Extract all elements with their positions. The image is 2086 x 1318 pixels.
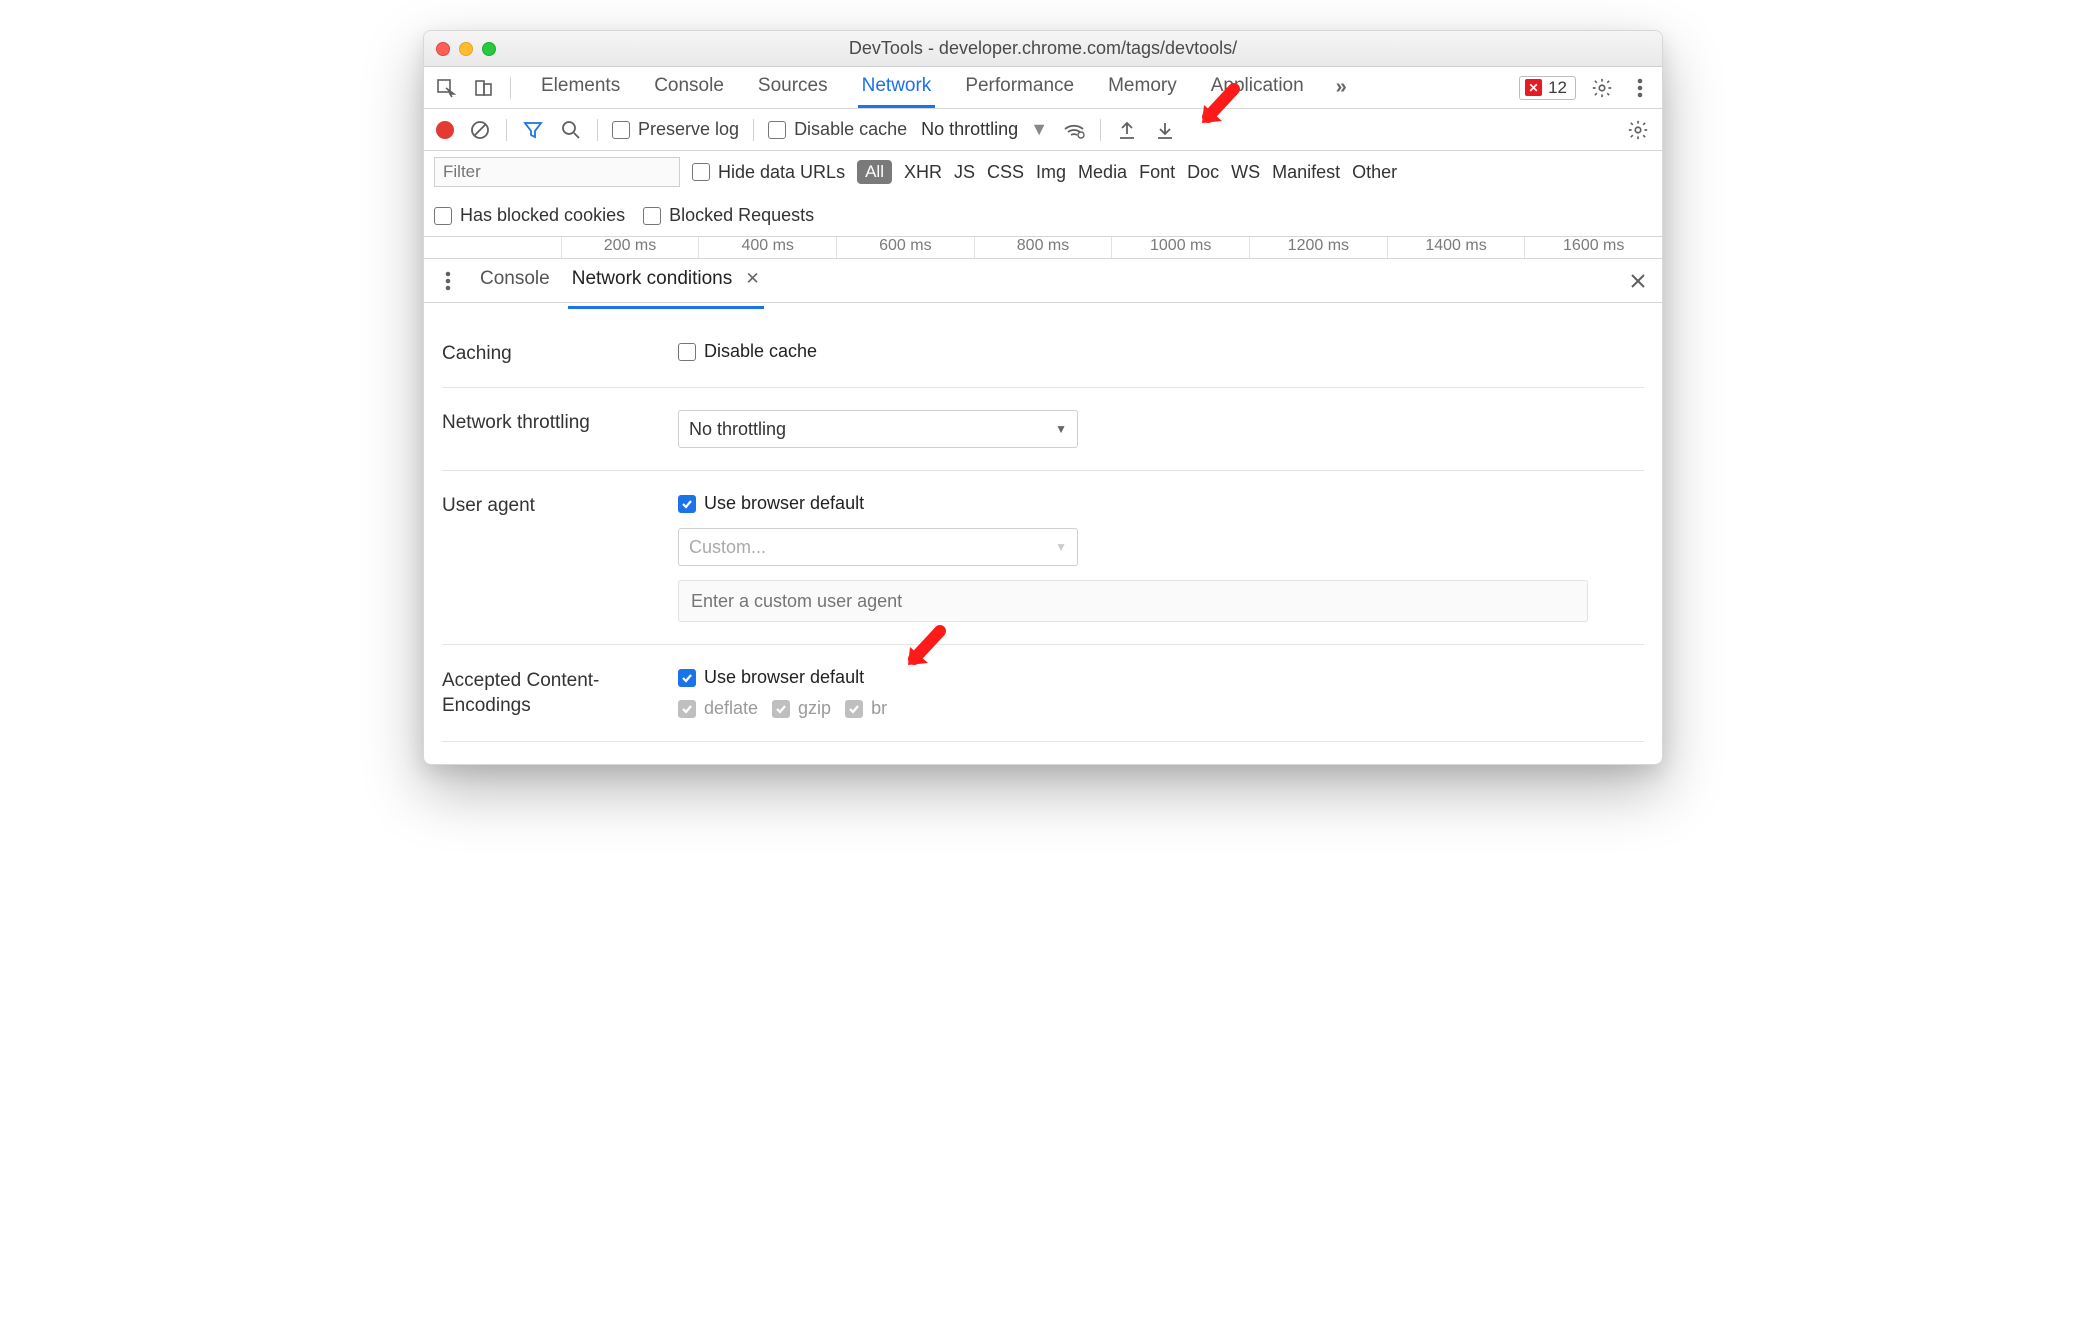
timeline-tick: 1400 ms bbox=[1387, 237, 1525, 258]
timeline-tick: 1600 ms bbox=[1524, 237, 1662, 258]
timeline-tick: 1000 ms bbox=[1111, 237, 1249, 258]
filter-input[interactable] bbox=[434, 157, 680, 187]
filter-funnel-icon[interactable] bbox=[521, 118, 545, 142]
record-button[interactable] bbox=[436, 121, 454, 139]
encoding-gzip: gzip bbox=[798, 698, 831, 719]
tab-network[interactable]: Network bbox=[860, 69, 934, 107]
filter-ws[interactable]: WS bbox=[1231, 162, 1260, 183]
caching-disable-cache-label: Disable cache bbox=[704, 341, 817, 362]
encodings-default-label: Use browser default bbox=[704, 667, 864, 688]
caching-disable-cache-checkbox[interactable]: Disable cache bbox=[678, 341, 1644, 362]
drawer-tabs: Console Network conditions ✕ bbox=[424, 259, 1662, 303]
user-agent-label: User agent bbox=[442, 493, 678, 517]
search-icon[interactable] bbox=[559, 118, 583, 142]
error-icon: ✕ bbox=[1525, 79, 1542, 96]
hide-data-urls-checkbox[interactable]: Hide data URLs bbox=[692, 162, 845, 183]
upload-har-icon[interactable] bbox=[1115, 118, 1139, 142]
divider bbox=[506, 119, 507, 141]
chevron-down-icon: ▼ bbox=[1055, 422, 1067, 436]
encodings-list: deflate gzip br bbox=[678, 698, 1644, 719]
timeline-tick: 800 ms bbox=[974, 237, 1112, 258]
has-blocked-cookies-checkbox[interactable]: Has blocked cookies bbox=[434, 205, 625, 226]
device-toggle-icon[interactable] bbox=[472, 76, 496, 100]
blocked-requests-checkbox[interactable]: Blocked Requests bbox=[643, 205, 814, 226]
throttling-label: Network throttling bbox=[442, 410, 678, 434]
timeline-tick bbox=[424, 237, 561, 258]
minimize-window-button[interactable] bbox=[459, 42, 473, 56]
throttling-select[interactable]: No throttling ▼ bbox=[678, 410, 1078, 448]
disable-cache-label: Disable cache bbox=[794, 119, 907, 140]
filter-manifest[interactable]: Manifest bbox=[1272, 162, 1340, 183]
filter-css[interactable]: CSS bbox=[987, 162, 1024, 183]
user-agent-default-label: Use browser default bbox=[704, 493, 864, 514]
disable-cache-checkbox[interactable]: Disable cache bbox=[768, 119, 907, 140]
tab-elements[interactable]: Elements bbox=[539, 69, 622, 107]
window-controls bbox=[436, 42, 496, 56]
timeline-tick: 400 ms bbox=[698, 237, 836, 258]
error-count: 12 bbox=[1548, 78, 1567, 98]
devtools-window: DevTools - developer.chrome.com/tags/dev… bbox=[423, 30, 1663, 765]
main-tabs-row: Elements Console Sources Network Perform… bbox=[424, 67, 1662, 109]
caching-label: Caching bbox=[442, 341, 678, 365]
encoding-br: br bbox=[871, 698, 887, 719]
tab-sources[interactable]: Sources bbox=[756, 69, 830, 107]
preserve-log-checkbox[interactable]: Preserve log bbox=[612, 119, 739, 140]
window-title: DevTools - developer.chrome.com/tags/dev… bbox=[424, 38, 1662, 59]
settings-gear-icon[interactable] bbox=[1590, 76, 1614, 100]
chevron-down-icon: ▼ bbox=[1055, 540, 1067, 554]
more-tabs-icon[interactable]: » bbox=[1336, 76, 1347, 99]
user-agent-default-checkbox[interactable]: Use browser default bbox=[678, 493, 1644, 514]
filter-media[interactable]: Media bbox=[1078, 162, 1127, 183]
divider bbox=[1100, 119, 1101, 141]
preserve-log-label: Preserve log bbox=[638, 119, 739, 140]
user-agent-custom-input bbox=[678, 580, 1588, 622]
timeline-overview[interactable]: 200 ms 400 ms 600 ms 800 ms 1000 ms 1200… bbox=[424, 237, 1662, 259]
kebab-menu-icon[interactable] bbox=[1628, 76, 1652, 100]
throttling-select[interactable]: No throttling ▼ bbox=[921, 119, 1048, 140]
timeline-tick: 200 ms bbox=[561, 237, 699, 258]
network-filter-row: Hide data URLs All XHR JS CSS Img Media … bbox=[424, 151, 1662, 237]
has-blocked-label: Has blocked cookies bbox=[460, 205, 625, 226]
tab-console[interactable]: Console bbox=[652, 69, 726, 107]
filter-font[interactable]: Font bbox=[1139, 162, 1175, 183]
close-window-button[interactable] bbox=[436, 42, 450, 56]
clear-icon[interactable] bbox=[468, 118, 492, 142]
network-toolbar: Preserve log Disable cache No throttling… bbox=[424, 109, 1662, 151]
user-agent-custom-select: Custom... ▼ bbox=[678, 528, 1078, 566]
encodings-label: Accepted Content-Encodings bbox=[442, 667, 678, 718]
tab-application[interactable]: Application bbox=[1209, 69, 1306, 107]
close-tab-icon[interactable]: ✕ bbox=[746, 269, 760, 288]
filter-all[interactable]: All bbox=[857, 160, 892, 184]
zoom-window-button[interactable] bbox=[482, 42, 496, 56]
drawer-tab-network-conditions[interactable]: Network conditions ✕ bbox=[570, 262, 762, 300]
filter-js[interactable]: JS bbox=[954, 162, 975, 183]
error-count-badge[interactable]: ✕ 12 bbox=[1519, 76, 1576, 100]
panel-settings-gear-icon[interactable] bbox=[1626, 118, 1650, 142]
timeline-tick: 1200 ms bbox=[1249, 237, 1387, 258]
hide-data-urls-label: Hide data URLs bbox=[718, 162, 845, 183]
divider bbox=[510, 77, 511, 99]
divider bbox=[753, 119, 754, 141]
filter-doc[interactable]: Doc bbox=[1187, 162, 1219, 183]
tab-performance[interactable]: Performance bbox=[963, 69, 1076, 107]
window-titlebar: DevTools - developer.chrome.com/tags/dev… bbox=[424, 31, 1662, 67]
inspect-icon[interactable] bbox=[434, 76, 458, 100]
blocked-requests-label: Blocked Requests bbox=[669, 205, 814, 226]
drawer-tab-console[interactable]: Console bbox=[478, 262, 552, 300]
filter-img[interactable]: Img bbox=[1036, 162, 1066, 183]
filter-xhr[interactable]: XHR bbox=[904, 162, 942, 183]
filter-other[interactable]: Other bbox=[1352, 162, 1397, 183]
close-drawer-icon[interactable] bbox=[1626, 269, 1650, 293]
download-har-icon[interactable] bbox=[1153, 118, 1177, 142]
divider bbox=[597, 119, 598, 141]
encodings-default-checkbox[interactable]: Use browser default bbox=[678, 667, 1644, 688]
encoding-deflate: deflate bbox=[704, 698, 758, 719]
network-conditions-panel: Caching Disable cache Network throttling… bbox=[424, 303, 1662, 764]
network-conditions-icon[interactable] bbox=[1062, 118, 1086, 142]
timeline-tick: 600 ms bbox=[836, 237, 974, 258]
drawer-kebab-icon[interactable] bbox=[436, 269, 460, 293]
tab-memory[interactable]: Memory bbox=[1106, 69, 1179, 107]
